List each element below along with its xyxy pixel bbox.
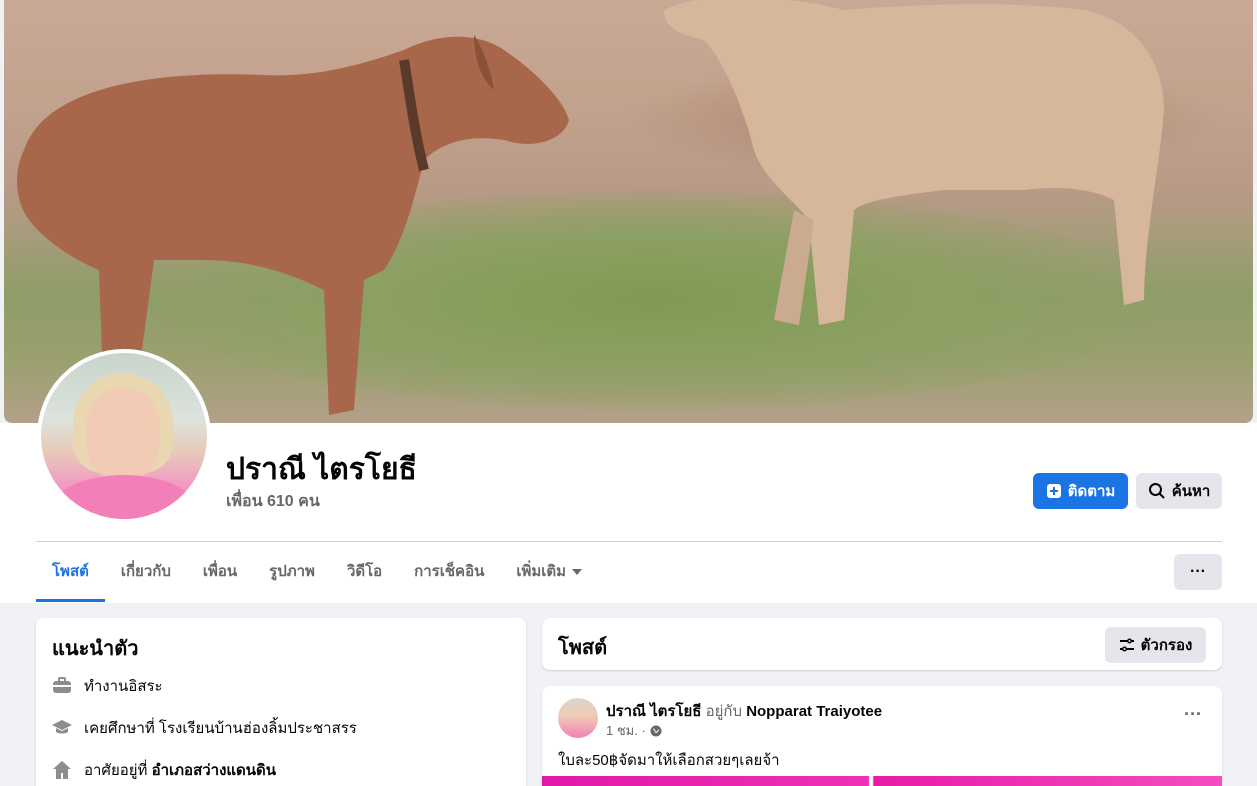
tab-label: โพสต์ — [52, 563, 89, 580]
profile-tabs: โพสต์ เกี่ยวกับ เพื่อน รูปภาพ วิดีโอ การ… — [36, 554, 598, 602]
header-divider — [36, 541, 1222, 542]
search-icon — [1148, 483, 1165, 499]
tab-label: เกี่ยวกับ — [120, 563, 171, 580]
intro-work: ทำงานอิสระ — [52, 674, 163, 698]
post-author-name[interactable]: ปราณี ไตรโยธี — [606, 703, 701, 720]
friend-count[interactable]: เพื่อน 610 คน — [226, 489, 320, 514]
cover-dog-tan — [664, 0, 1164, 325]
intro-title: แนะนำตัว — [52, 638, 139, 660]
tab-photos[interactable]: รูปภาพ — [253, 554, 331, 602]
avatar-shirt — [51, 475, 197, 519]
intro-card: แนะนำตัว ทำงานอิสระ เคยศึกษาที่ โรงเรียน… — [36, 618, 526, 786]
tab-checkins[interactable]: การเช็คอิน — [398, 554, 500, 602]
post-tagged-name[interactable]: Nopparat Traiyotee — [746, 703, 882, 720]
tab-friends[interactable]: เพื่อน — [187, 554, 253, 602]
filter-label: ตัวกรอง — [1140, 637, 1193, 654]
profile-name: ปราณี ไตรโยธี — [226, 453, 417, 486]
graduation-cap-icon — [52, 718, 72, 738]
intro-lives-prefix: อาศัยอยู่ที่ — [84, 762, 152, 779]
more-options-button[interactable]: ··· — [1174, 554, 1222, 590]
briefcase-icon — [52, 676, 72, 696]
tab-label: เพิ่มเติม — [516, 563, 567, 580]
avatar-face — [86, 388, 160, 480]
tab-posts[interactable]: โพสต์ — [36, 554, 105, 602]
search-label: ค้นหา — [1171, 483, 1211, 500]
globe-icon — [650, 725, 662, 736]
tab-about[interactable]: เกี่ยวกับ — [105, 554, 187, 602]
post-options-icon[interactable]: ··· — [1184, 704, 1202, 725]
follow-icon — [1046, 484, 1061, 498]
more-dots-icon: ··· — [1190, 563, 1206, 580]
tab-label: รูปภาพ — [269, 563, 315, 580]
filter-button[interactable]: ตัวกรอง — [1105, 627, 1206, 663]
tab-label: วิดีโอ — [346, 563, 383, 580]
cover-photo[interactable] — [4, 0, 1253, 423]
tab-label: การเช็คอิน — [414, 563, 485, 580]
profile-avatar-image — [41, 353, 207, 519]
post-card: ปราณี ไตรโยธี อยู่กับ Nopparat Traiyotee… — [542, 686, 1222, 786]
intro-lives: อาศัยอยู่ที่ อำเภอสว่างแดนดิน — [52, 758, 276, 782]
post-image[interactable] — [542, 776, 1222, 786]
intro-work-text: ทำงานอิสระ — [84, 678, 163, 695]
post-text: ใบละ50฿จัดมาให้เลือกสวยๆเลยจ้า — [558, 752, 780, 769]
home-icon — [52, 760, 72, 780]
intro-study: เคยศึกษาที่ โรงเรียนบ้านฮ่องลิ้มประชาสรร — [52, 716, 357, 740]
intro-study-text: เคยศึกษาที่ โรงเรียนบ้านฮ่องลิ้มประชาสรร — [84, 720, 357, 737]
follow-label: ติดตาม — [1067, 483, 1116, 500]
post-time[interactable]: 1 ชม. · — [606, 720, 646, 741]
search-button[interactable]: ค้นหา — [1136, 473, 1222, 509]
caret-down-icon — [572, 569, 583, 575]
intro-lives-place[interactable]: อำเภอสว่างแดนดิน — [152, 762, 276, 779]
tab-videos[interactable]: วิดีโอ — [331, 554, 398, 602]
follow-button[interactable]: ติดตาม — [1033, 473, 1128, 509]
tab-more[interactable]: เพิ่มเติม — [500, 554, 598, 602]
filter-icon — [1119, 638, 1134, 652]
post-with-text: อยู่กับ — [701, 703, 747, 720]
tab-label: เพื่อน — [202, 563, 238, 580]
posts-title: โพสต์ — [558, 637, 608, 659]
posts-header-card: โพสต์ ตัวกรอง — [542, 618, 1222, 670]
profile-avatar[interactable] — [37, 349, 211, 523]
post-meta: 1 ชม. · — [606, 720, 662, 741]
post-author-avatar[interactable] — [558, 698, 598, 738]
